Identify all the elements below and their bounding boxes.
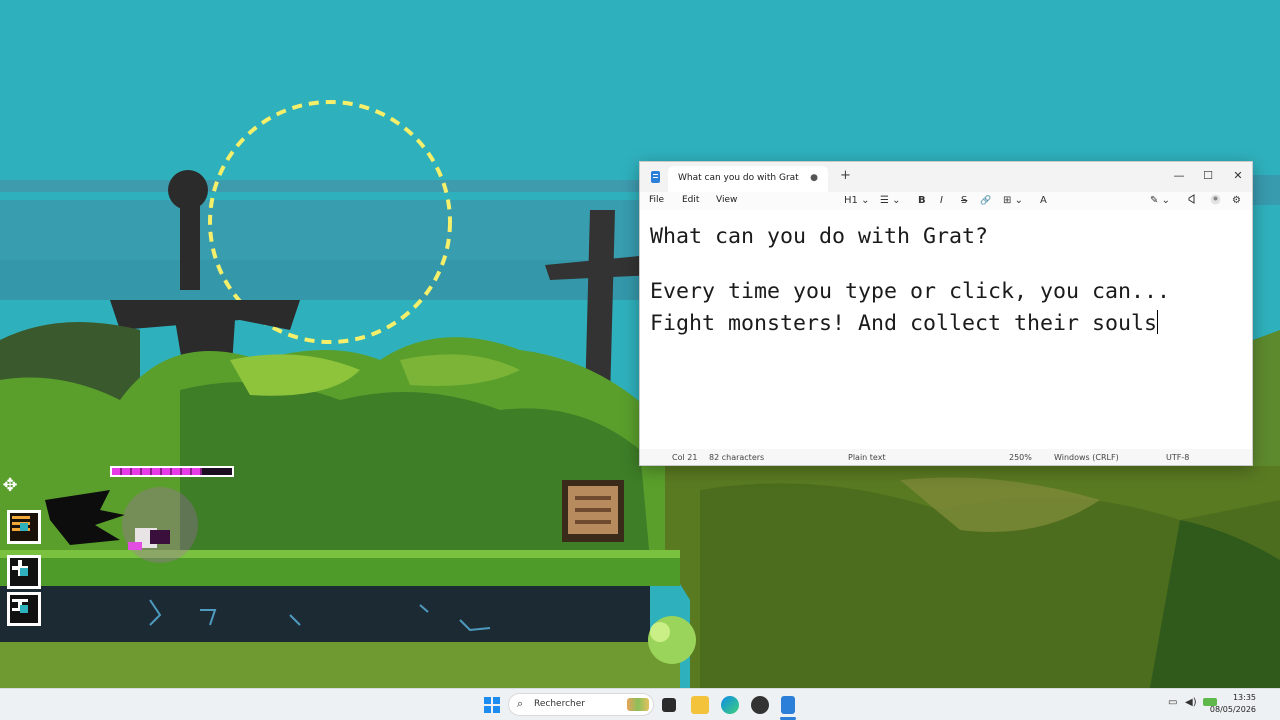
- player-health-bar: [110, 466, 234, 477]
- expand-icon: [12, 599, 28, 611]
- game-add-button[interactable]: [7, 555, 41, 589]
- menu-bar: File Edit View H1 ⌄ ☰ ⌄ B I S 🔗 ⊞ ⌄ A ✎ …: [640, 192, 1252, 210]
- account-icon[interactable]: [1210, 194, 1221, 210]
- title-bar[interactable]: What can you do with Grat ● + — ☐ ✕: [640, 162, 1252, 192]
- copilot-dropdown[interactable]: ✎ ⌄: [1150, 194, 1170, 208]
- heading-label: H1: [844, 195, 858, 206]
- file-explorer-icon[interactable]: [691, 696, 709, 714]
- menu-file[interactable]: File: [649, 195, 664, 205]
- copilot-icon: ✎: [1150, 195, 1159, 206]
- document-tab[interactable]: What can you do with Grat ●: [668, 166, 828, 192]
- search-highlight-icon: [627, 698, 649, 711]
- new-tab-button[interactable]: +: [840, 169, 851, 183]
- unsaved-indicator-icon[interactable]: ●: [810, 173, 818, 183]
- notepad-taskbar-icon[interactable]: [781, 696, 795, 714]
- editor-line-3: Fight monsters! And collect their souls: [650, 310, 1159, 337]
- settings-icon[interactable]: ⚙: [1232, 194, 1241, 208]
- table-icon: ⊞: [1003, 195, 1012, 206]
- text-caret: [1157, 310, 1159, 334]
- clock-time[interactable]: 13:35: [1233, 693, 1256, 702]
- line-ending[interactable]: Windows (CRLF): [1054, 453, 1119, 462]
- close-button[interactable]: ✕: [1225, 167, 1251, 185]
- menu-view[interactable]: View: [716, 195, 737, 205]
- zoom-level[interactable]: 250%: [1009, 453, 1032, 462]
- status-bar: Col 21 82 characters Plain text 250% Win…: [640, 449, 1252, 465]
- wooden-sign: [562, 480, 624, 542]
- grat-game-icon[interactable]: [751, 696, 769, 714]
- maximize-button[interactable]: ☐: [1195, 167, 1221, 185]
- search-placeholder: Rechercher: [534, 699, 585, 709]
- bold-button[interactable]: B: [918, 194, 926, 208]
- menu-edit[interactable]: Edit: [682, 195, 699, 205]
- encoding[interactable]: UTF-8: [1166, 453, 1189, 462]
- move-handle-icon[interactable]: ✥: [0, 476, 20, 496]
- editor-line-2: Every time you type or click, you can...: [650, 279, 1171, 304]
- windows-start-icon[interactable]: [484, 697, 500, 713]
- heading-dropdown[interactable]: H1 ⌄: [844, 194, 869, 208]
- list-icon: [12, 516, 30, 531]
- volume-icon[interactable]: ◀): [1185, 697, 1197, 708]
- spellcheck-icon[interactable]: A: [1040, 194, 1047, 208]
- search-icon: ⌕: [517, 697, 524, 710]
- plus-icon: [12, 560, 28, 576]
- table-dropdown[interactable]: ⊞ ⌄: [1003, 194, 1023, 208]
- cursor-position: Col 21: [672, 453, 698, 462]
- link-icon[interactable]: 🔗: [980, 194, 991, 208]
- list-icon: ☰: [880, 195, 889, 206]
- edge-browser-icon[interactable]: [721, 696, 739, 714]
- game-resize-button[interactable]: [7, 592, 41, 626]
- list-dropdown[interactable]: ☰ ⌄: [880, 194, 901, 208]
- clock-date[interactable]: 08/05/2026: [1210, 705, 1256, 714]
- taskbar: ⌕ Rechercher ▭ ◀) 13:35 08/05/2026: [0, 688, 1280, 720]
- editor-line-3-text: Fight monsters! And collect their souls: [650, 311, 1158, 336]
- text-editor[interactable]: What can you do with Grat? Every time yo…: [640, 210, 1252, 446]
- format-mode[interactable]: Plain text: [848, 453, 886, 462]
- taskbar-search[interactable]: ⌕ Rechercher: [508, 693, 654, 716]
- notepad-app-icon: [651, 171, 660, 183]
- network-icon[interactable]: ▭: [1168, 697, 1177, 708]
- character-count: 82 characters: [709, 453, 765, 462]
- editor-line-1: What can you do with Grat?: [650, 224, 989, 249]
- strikethrough-button[interactable]: S: [961, 194, 967, 208]
- minimize-button[interactable]: —: [1166, 167, 1192, 185]
- megaphone-icon[interactable]: [1188, 194, 1198, 209]
- italic-button[interactable]: I: [940, 194, 943, 208]
- terminal-app-icon[interactable]: [662, 698, 676, 712]
- notepad-window[interactable]: What can you do with Grat ● + — ☐ ✕ File…: [639, 161, 1253, 466]
- game-menu-button[interactable]: [7, 510, 41, 544]
- health-fill: [112, 468, 202, 475]
- tab-title: What can you do with Grat: [678, 173, 799, 183]
